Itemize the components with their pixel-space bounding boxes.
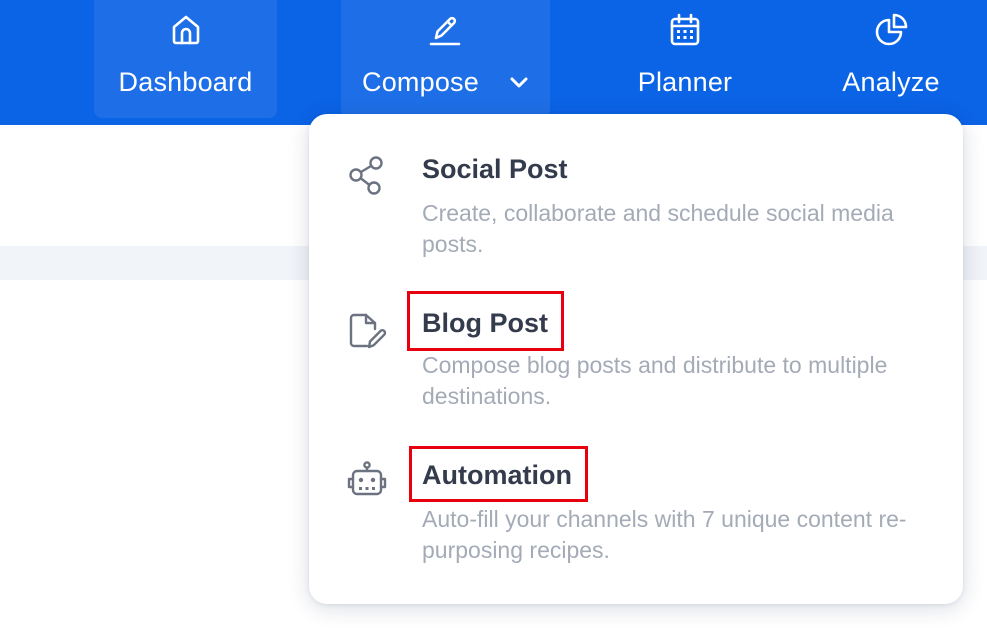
nav-item-dashboard[interactable]: Dashboard — [94, 0, 277, 118]
menu-item-automation[interactable]: Automation Auto-fill your channels with … — [309, 446, 963, 571]
nav-item-compose[interactable]: Compose — [341, 0, 550, 118]
file-edit-icon — [349, 313, 387, 349]
calendar-icon — [670, 13, 700, 46]
share-icon — [349, 156, 383, 195]
nav-item-label: Dashboard — [118, 67, 253, 97]
robot-icon — [347, 461, 387, 496]
menu-item-title: Social Post — [422, 154, 568, 184]
chevron-down-icon[interactable] — [508, 73, 530, 91]
pen-icon — [429, 16, 461, 46]
menu-item-description: Auto-fill your channels with 7 unique co… — [422, 506, 907, 563]
home-icon — [172, 15, 199, 45]
menu-item-description: Create, collaborate and schedule social … — [422, 200, 894, 257]
menu-item-social-post[interactable]: Social Post Create, collaborate and sche… — [309, 144, 963, 264]
nav-item-analyze[interactable]: Analyze — [818, 0, 964, 118]
compose-dropdown-menu: Social Post Create, collaborate and sche… — [309, 114, 963, 604]
pie-chart-icon — [875, 13, 908, 46]
nav-item-label: Planner — [637, 67, 733, 97]
nav-item-planner[interactable]: Planner — [611, 0, 759, 118]
menu-item-description: Compose blog posts and distribute to mul… — [422, 352, 888, 409]
top-navigation-bar: Dashboard Compose Planner Analyze — [0, 0, 987, 125]
highlight-box-blog-post — [407, 291, 564, 351]
highlight-box-automation — [409, 446, 588, 502]
nav-item-label: Analyze — [842, 67, 940, 97]
